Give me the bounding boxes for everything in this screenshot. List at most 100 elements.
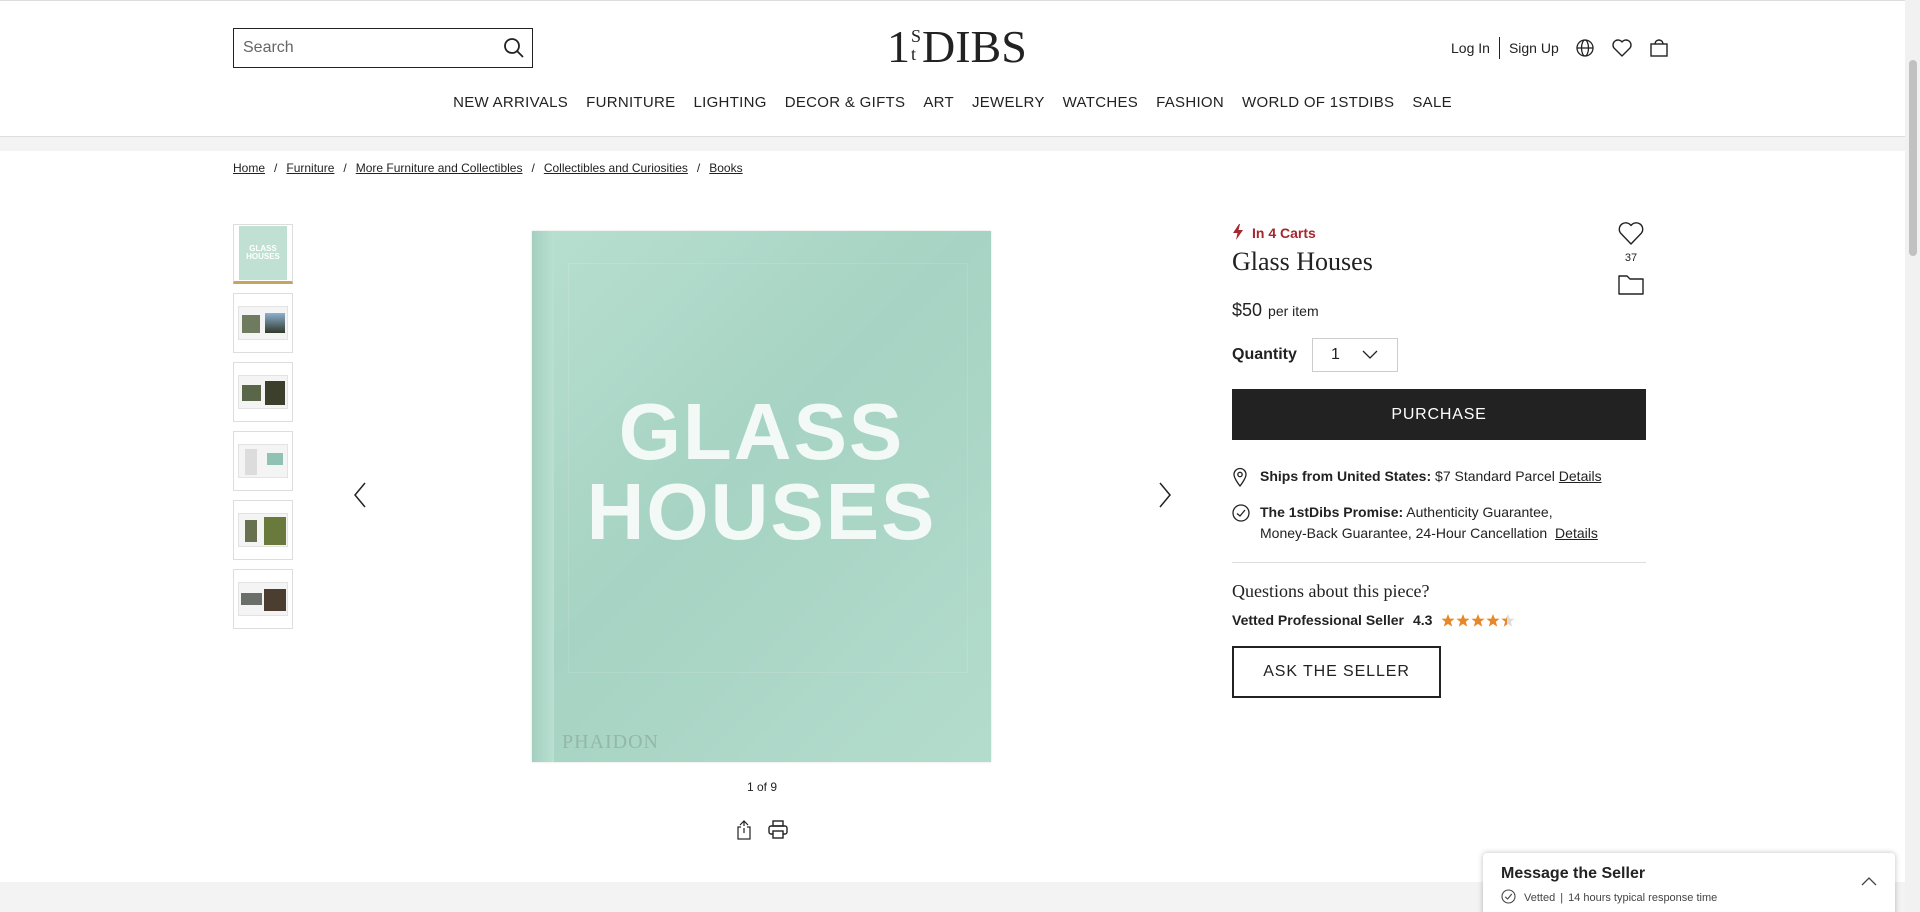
logo-t: t <box>911 44 917 64</box>
thumbnail-1[interactable]: GLASS HOUSES <box>233 224 293 284</box>
image-counter: 1 of 9 <box>746 780 778 794</box>
print-icon[interactable] <box>767 820 789 845</box>
promise-line1: Authenticity Guarantee, <box>1406 504 1553 520</box>
previous-image-arrow[interactable] <box>345 480 375 510</box>
account-divider <box>1498 37 1500 59</box>
thumbnail-6[interactable] <box>233 569 293 629</box>
price-amount: $50 <box>1232 300 1263 320</box>
breadcrumb-separator: / <box>531 161 535 175</box>
thumbnail-image <box>238 306 288 340</box>
questions-heading: Questions about this piece? <box>1232 581 1430 601</box>
search-box[interactable] <box>233 28 533 68</box>
thumbnail-2[interactable] <box>233 293 293 353</box>
next-image-arrow[interactable] <box>1150 480 1180 510</box>
top-border <box>0 0 1905 1</box>
in-carts-badge: In 4 Carts <box>1232 220 1646 246</box>
section-divider <box>1232 562 1646 563</box>
breadcrumb: Home / Furniture / More Furniture and Co… <box>233 161 743 175</box>
thumbnail-image <box>238 444 288 478</box>
promise-label: The 1stDibs Promise: <box>1260 504 1404 520</box>
search-icon[interactable] <box>496 29 532 67</box>
breadcrumb-more-furniture[interactable]: More Furniture and Collectibles <box>356 161 523 175</box>
message-panel-subtitle: Vetted | 14 hours typical response time <box>1501 889 1877 907</box>
thumbnail-image <box>238 582 288 616</box>
breadcrumb-separator: / <box>696 161 701 175</box>
thumb-cover-line2: HOUSES <box>246 252 280 261</box>
page-scrollbar[interactable] <box>1905 0 1920 912</box>
message-seller-panel[interactable]: Message the Seller Vetted | 14 hours typ… <box>1483 853 1895 912</box>
quantity-row: Quantity 1 <box>1232 338 1646 372</box>
promise-info: The 1stDibs Promise: Authenticity Guaran… <box>1232 502 1646 544</box>
cover-title-line1: GLASS <box>618 387 905 476</box>
rating-stars <box>1441 613 1516 627</box>
thumbnail-list: GLASS HOUSES <box>233 224 293 638</box>
nav-sale[interactable]: SALE <box>1412 94 1452 111</box>
subtitle-separator: | <box>1560 892 1564 904</box>
message-panel-title: Message the Seller <box>1501 865 1646 882</box>
nav-fashion[interactable]: FASHION <box>1156 94 1224 111</box>
heart-icon[interactable] <box>1611 38 1633 58</box>
thumbnail-cover-image: GLASS HOUSES <box>239 226 287 280</box>
cover-title-line2: HOUSES <box>586 467 937 556</box>
scrollbar-thumb[interactable] <box>1909 60 1917 256</box>
logo-dibs: DIBS <box>922 21 1027 72</box>
main-product-image[interactable]: GLASS HOUSES PHAIDON <box>532 231 991 762</box>
nav-world-of-1stdibs[interactable]: WORLD OF 1STDIBS <box>1242 94 1394 111</box>
quantity-label: Quantity <box>1232 346 1297 363</box>
quantity-value: 1 <box>1331 346 1340 363</box>
ships-label: Ships from United States: <box>1260 468 1432 484</box>
signup-link[interactable]: Sign Up <box>1509 40 1559 56</box>
chevron-up-icon[interactable] <box>1861 873 1877 891</box>
search-input[interactable] <box>234 29 496 67</box>
logo-s: S <box>911 26 922 46</box>
account-links: Log In Sign Up <box>1451 36 1669 60</box>
breadcrumb-furniture[interactable]: Furniture <box>286 161 334 175</box>
breadcrumb-books[interactable]: Books <box>709 161 742 175</box>
breadcrumb-home[interactable]: Home <box>233 161 265 175</box>
nav-art[interactable]: ART <box>923 94 954 111</box>
half-star-icon <box>1501 613 1516 627</box>
response-time: 14 hours typical response time <box>1568 892 1718 904</box>
logo-one: 1 <box>887 21 910 72</box>
image-tools <box>735 820 789 845</box>
share-icon[interactable] <box>735 820 753 845</box>
nav-jewelry[interactable]: JEWELRY <box>972 94 1045 111</box>
chevron-down-icon <box>1362 346 1378 364</box>
shipping-details-link[interactable]: Details <box>1559 468 1602 484</box>
nav-new-arrivals[interactable]: NEW ARRIVALS <box>453 94 568 111</box>
thumbnail-3[interactable] <box>233 362 293 422</box>
login-link[interactable]: Log In <box>1451 40 1490 56</box>
thumbnail-image <box>238 513 288 547</box>
product-details: In 4 Carts Glass Houses $50 per item Qua… <box>1232 220 1646 698</box>
seller-info: Vetted Professional Seller 4.3 <box>1232 612 1646 628</box>
thumbnail-4[interactable] <box>233 431 293 491</box>
star-icon <box>1486 613 1501 627</box>
product-title: Glass Houses <box>1232 247 1373 276</box>
nav-decor-gifts[interactable]: DECOR & GIFTS <box>785 94 906 111</box>
nav-watches[interactable]: WATCHES <box>1063 94 1138 111</box>
globe-icon[interactable] <box>1575 38 1595 58</box>
logo-st: S t <box>911 27 921 63</box>
check-circle-icon <box>1232 502 1260 544</box>
star-icon <box>1456 613 1471 627</box>
seller-label: Vetted Professional Seller <box>1232 612 1404 628</box>
promise-line2: Money-Back Guarantee, 24-Hour Cancellati… <box>1260 525 1548 541</box>
vetted-label: Vetted <box>1524 892 1556 904</box>
nav-furniture[interactable]: FURNITURE <box>586 94 675 111</box>
quantity-select[interactable]: 1 <box>1312 338 1398 372</box>
breadcrumb-collectibles[interactable]: Collectibles and Curiosities <box>544 161 688 175</box>
thumbnail-5[interactable] <box>233 500 293 560</box>
promise-details-link[interactable]: Details <box>1555 525 1598 541</box>
ask-seller-button[interactable]: ASK THE SELLER <box>1232 646 1441 698</box>
thumbnail-image <box>238 375 288 409</box>
nav-lighting[interactable]: LIGHTING <box>693 94 766 111</box>
purchase-button[interactable]: PURCHASE <box>1232 389 1646 440</box>
cover-publisher: PHAIDON <box>562 731 659 753</box>
location-pin-icon <box>1232 466 1260 493</box>
price-unit: per item <box>1268 303 1319 319</box>
price: $50 per item <box>1232 300 1646 321</box>
site-logo[interactable]: 1 S t DIBS <box>887 22 1027 72</box>
shopping-bag-icon[interactable] <box>1649 38 1669 58</box>
star-icon <box>1441 613 1456 627</box>
vetted-check-icon <box>1501 889 1516 907</box>
